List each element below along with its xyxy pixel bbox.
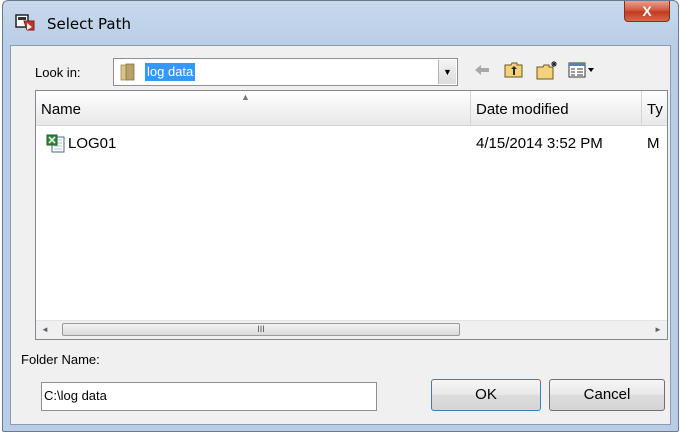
scroll-right-icon: ► (654, 325, 662, 334)
horizontal-scrollbar[interactable]: ◄ III ► (36, 320, 667, 339)
column-header-date-label: Date modified (476, 101, 569, 118)
back-arrow-icon[interactable] (471, 60, 493, 82)
window-title: Select Path (47, 15, 131, 33)
back-arrow-glyph (475, 65, 489, 75)
ok-button[interactable]: OK (431, 379, 541, 411)
look-in-dropdown-arrow[interactable]: ▼ (438, 60, 456, 84)
scroll-thumb-grip: III (257, 324, 265, 334)
file-list[interactable]: Name ▲ Date modified Ty LOG01 4/15/2014 … (35, 90, 668, 340)
dialog-body: Look in: log data ▼ Name ▲ Date modified… (10, 45, 671, 425)
column-header-name-label: Name (41, 101, 82, 118)
cancel-button[interactable]: Cancel (549, 379, 665, 411)
file-name: LOG01 (68, 135, 117, 152)
close-icon: X (642, 3, 652, 19)
column-header-name[interactable]: Name (36, 91, 471, 126)
view-menu-glyph (568, 62, 594, 78)
app-icon (15, 14, 35, 31)
sort-ascending-icon: ▲ (241, 92, 250, 102)
look-in-label: Look in: (35, 65, 81, 80)
column-header-type-label: Ty (647, 101, 663, 118)
up-one-level-icon[interactable] (503, 60, 525, 82)
scroll-right-button[interactable]: ► (649, 321, 667, 339)
file-date-modified: 4/15/2014 3:52 PM (476, 135, 603, 152)
column-header-type[interactable]: Ty (642, 91, 667, 126)
excel-file-icon (46, 134, 65, 153)
view-menu-icon[interactable] (567, 60, 597, 82)
scroll-left-icon: ◄ (41, 325, 49, 334)
new-folder-glyph (536, 61, 557, 80)
folder-icon (120, 63, 135, 81)
scroll-left-button[interactable]: ◄ (36, 321, 54, 339)
look-in-combobox[interactable]: log data ▼ (113, 58, 458, 86)
title-bar[interactable]: Select Path X (3, 1, 678, 45)
up-folder-glyph (504, 62, 523, 78)
scroll-thumb[interactable]: III (62, 323, 460, 336)
chevron-down-icon: ▼ (443, 67, 452, 77)
new-folder-icon[interactable] (535, 60, 557, 82)
file-type: M (647, 135, 660, 152)
column-header-date-modified[interactable]: Date modified (471, 91, 642, 126)
file-row[interactable]: LOG01 4/15/2014 3:52 PM M (36, 131, 667, 157)
folder-name-label: Folder Name: (21, 352, 100, 367)
folder-name-field[interactable]: C:\log data (41, 382, 377, 411)
close-button[interactable]: X (624, 1, 670, 22)
look-in-value: log data (145, 63, 196, 81)
select-path-dialog: Select Path X Look in: log data ▼ Name ▲… (2, 0, 679, 432)
